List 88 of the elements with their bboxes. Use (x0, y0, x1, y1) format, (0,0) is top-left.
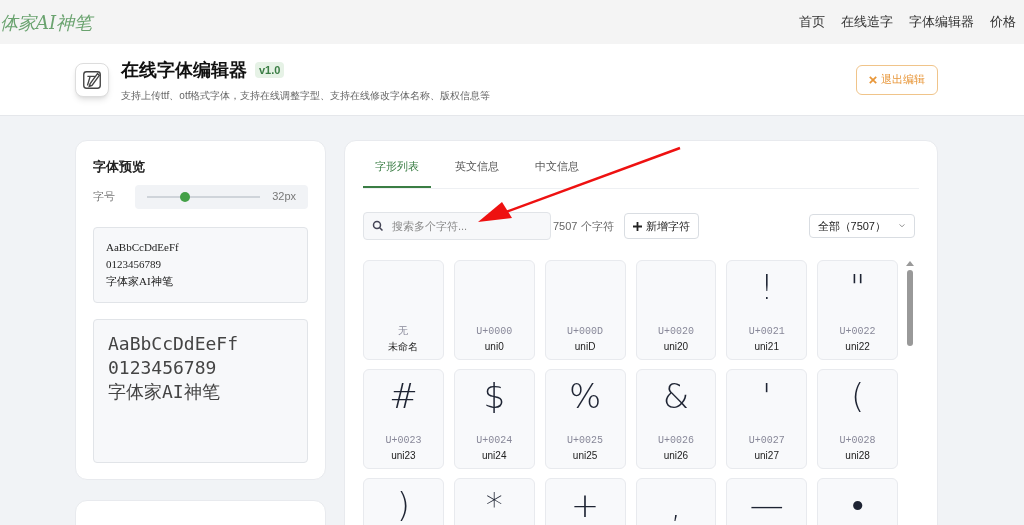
version-badge: v1.0 (255, 61, 285, 79)
glyph-tile[interactable]: 无 未命名 (363, 260, 444, 360)
glyph-name: uni0 (484, 340, 504, 354)
preview-text-input[interactable]: AaBbCcDdEeFf 0123456789 字体家AI神笔 (93, 226, 308, 303)
nav-link[interactable]: 价格 (990, 12, 1016, 32)
unicode-code: U+0027 (748, 434, 785, 448)
glyph-name: uni26 (663, 449, 689, 463)
glyph-tile[interactable]: U+0000 uni0 (453, 260, 535, 360)
glyph-tile[interactable]: , (635, 478, 717, 525)
glyph-tile[interactable]: + (544, 478, 626, 525)
glyph-name: uni23 (391, 449, 416, 463)
scroll-up-icon (906, 260, 914, 266)
glyph-char: & (662, 375, 690, 418)
glyph-char: ' (762, 375, 772, 418)
tab[interactable]: 中文信息 (523, 157, 591, 188)
glyph-tile[interactable]: % U+0025 uni25 (544, 369, 626, 469)
chevron-down-icon (898, 222, 906, 230)
unicode-code: U+000D (567, 325, 604, 339)
scroll-thumb[interactable] (907, 270, 913, 346)
glyph-tile[interactable]: — (726, 478, 808, 525)
glyph-char: % (568, 375, 602, 418)
input-line: 字体家AI神笔 (106, 273, 174, 289)
glyph-tile[interactable]: $ U+0024 uni24 (453, 369, 535, 469)
search-icon (372, 220, 384, 232)
glyph-tile[interactable]: ( U+0028 uni28 (817, 369, 898, 469)
glyph-char: " (849, 266, 866, 309)
glyph-tile[interactable]: ' U+0027 uni27 (726, 369, 808, 469)
search-field[interactable]: 搜索多个字符... (363, 212, 551, 240)
glyph-tile[interactable]: & U+0026 uni26 (635, 369, 717, 469)
glyph-tile[interactable]: # U+0023 uni23 (363, 369, 444, 469)
glyph-char: ) (396, 484, 411, 525)
card-title: 字体预览 (93, 158, 146, 176)
glyph-tile[interactable]: " U+0022 uni22 (817, 260, 898, 360)
glyph-name: uni20 (663, 340, 689, 354)
input-line: AaBbCcDdEeFf (106, 239, 180, 255)
nav-link[interactable]: 字体编辑器 (909, 12, 974, 32)
filter-dropdown[interactable]: 全部（7507） (808, 214, 915, 238)
unicode-code: U+0025 (567, 434, 604, 448)
glyph-char: $ (483, 375, 506, 418)
unicode-code: U+0022 (839, 325, 876, 339)
glyph-tile[interactable]: U+000D uniD (544, 260, 626, 360)
glyph-name: uni21 (754, 340, 779, 354)
glyph-char: ! (759, 266, 774, 309)
input-line: 0123456789 (106, 256, 162, 272)
unicode-code: U+0024 (476, 434, 513, 448)
pen-app-icon (75, 62, 109, 97)
glyph-char: — (749, 484, 784, 525)
unicode-code: U+0000 (476, 325, 513, 339)
page-title: 在线字体编辑器 (121, 58, 247, 82)
nav-link[interactable]: 首页 (799, 12, 825, 32)
glyph-name: uni22 (845, 340, 870, 354)
glyph-tile[interactable]: ! U+0021 uni21 (726, 260, 808, 360)
unicode-code: U+0026 (657, 434, 694, 448)
glyph-name: uni27 (754, 449, 779, 463)
glyph-tile[interactable]: * (453, 478, 535, 525)
size-reading: 32px (272, 189, 296, 205)
unicode-code: U+0023 (385, 434, 422, 448)
glyph-name: uni24 (482, 449, 507, 463)
unicode-code: U+0021 (748, 325, 785, 339)
preview-line: AaBbCcDdEeFf (108, 331, 240, 356)
glyph-name: uniD (574, 340, 596, 354)
glyph-name: 未命名 (388, 340, 419, 354)
glyph-count: 7507 个字符 (553, 218, 614, 234)
glyph-char: • (851, 484, 864, 525)
glyph-name: uni28 (845, 449, 870, 463)
nav-link[interactable]: 在线造字 (841, 12, 893, 32)
slider-thumb[interactable] (180, 191, 191, 202)
size-label: 字号 (93, 189, 116, 205)
glyph-char: * (485, 484, 503, 525)
preview-line: 字体家AI神笔 (108, 379, 221, 404)
unicode-code: U+0020 (657, 325, 694, 339)
glyph-char: , (670, 484, 682, 525)
glyph-char: # (389, 375, 418, 418)
unicode-code: 无 (398, 325, 409, 339)
add-glyph-button[interactable]: 新增字符 (623, 213, 699, 239)
glyph-name: uni25 (572, 449, 598, 463)
glyph-tile[interactable]: • (817, 478, 898, 525)
glyph-tile[interactable]: ) (363, 478, 444, 525)
preview-line: 0123456789 (108, 355, 218, 380)
tab[interactable]: 英文信息 (443, 157, 511, 188)
glyph-tile[interactable]: U+0020 uni20 (635, 260, 717, 360)
tab[interactable]: 字形列表 (363, 157, 431, 188)
page-subtitle: 支持上传ttf、otf格式字体，支持在线调整字型、支持在线修改字体名称、版权信息等 (121, 88, 491, 103)
plus-icon (632, 221, 642, 231)
unicode-code: U+0028 (839, 434, 876, 448)
close-icon (869, 75, 877, 84)
glyph-char: + (570, 484, 600, 525)
glyph-char: ( (850, 375, 865, 418)
